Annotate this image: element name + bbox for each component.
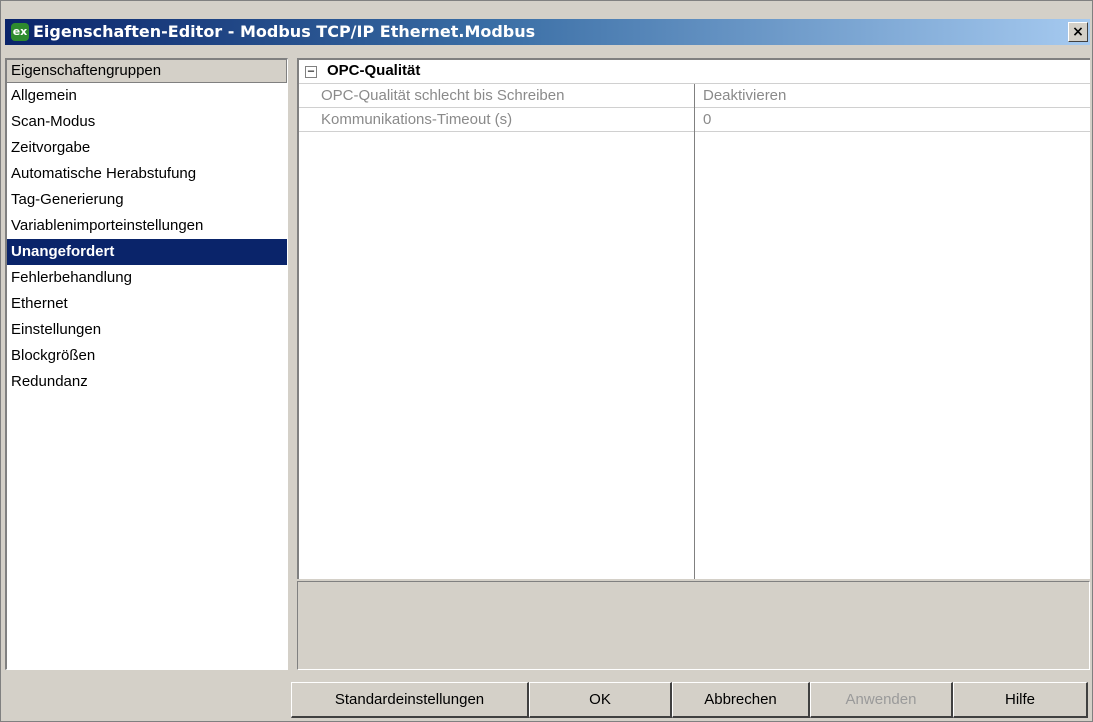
property-groups-list: Eigenschaftengruppen Allgemein Scan-Modu…: [5, 58, 288, 670]
group-item-zeitvorgabe[interactable]: Zeitvorgabe: [7, 135, 287, 161]
property-grid: − OPC-Qualität OPC-Qualität schlecht bis…: [297, 58, 1090, 579]
group-item-tag-generierung[interactable]: Tag-Generierung: [7, 187, 287, 213]
window-title: Eigenschaften-Editor - Modbus TCP/IP Eth…: [33, 22, 536, 41]
help-button[interactable]: Hilfe: [953, 682, 1088, 718]
property-name: Kommunikations-Timeout (s): [321, 111, 513, 128]
apply-button[interactable]: Anwenden: [810, 682, 953, 718]
description-panel: [297, 581, 1090, 670]
group-item-allgemein[interactable]: Allgemein: [7, 83, 287, 109]
properties-editor-window: ex Eigenschaften-Editor - Modbus TCP/IP …: [0, 0, 1093, 722]
column-divider[interactable]: [694, 84, 695, 579]
close-button[interactable]: ×: [1068, 22, 1088, 42]
group-item-einstellungen[interactable]: Einstellungen: [7, 317, 287, 343]
cancel-button[interactable]: Abbrechen: [672, 682, 810, 718]
ok-button[interactable]: OK: [529, 682, 672, 718]
group-item-unangefordert[interactable]: Unangefordert: [7, 239, 287, 265]
section-header-opc-qualitaet[interactable]: − OPC-Qualität: [299, 60, 1090, 84]
property-name: OPC-Qualität schlecht bis Schreiben: [321, 87, 565, 104]
group-item-ethernet[interactable]: Ethernet: [7, 291, 287, 317]
group-item-automatische-herabstufung[interactable]: Automatische Herabstufung: [7, 161, 287, 187]
group-item-redundanz[interactable]: Redundanz: [7, 369, 287, 395]
property-value[interactable]: Deaktivieren: [703, 87, 786, 104]
group-item-scan-modus[interactable]: Scan-Modus: [7, 109, 287, 135]
group-item-blockgroessen[interactable]: Blockgrößen: [7, 343, 287, 369]
group-item-variablenimporteinstellungen[interactable]: Variablenimporteinstellungen: [7, 213, 287, 239]
collapse-icon[interactable]: −: [305, 65, 317, 78]
defaults-button[interactable]: Standardeinstellungen: [291, 682, 529, 718]
section-title: OPC-Qualität: [327, 62, 421, 79]
app-icon: ex: [11, 23, 29, 41]
property-value[interactable]: 0: [703, 111, 711, 128]
group-item-fehlerbehandlung[interactable]: Fehlerbehandlung: [7, 265, 287, 291]
property-groups-header: Eigenschaftengruppen: [7, 60, 287, 83]
title-bar[interactable]: ex Eigenschaften-Editor - Modbus TCP/IP …: [5, 19, 1090, 45]
